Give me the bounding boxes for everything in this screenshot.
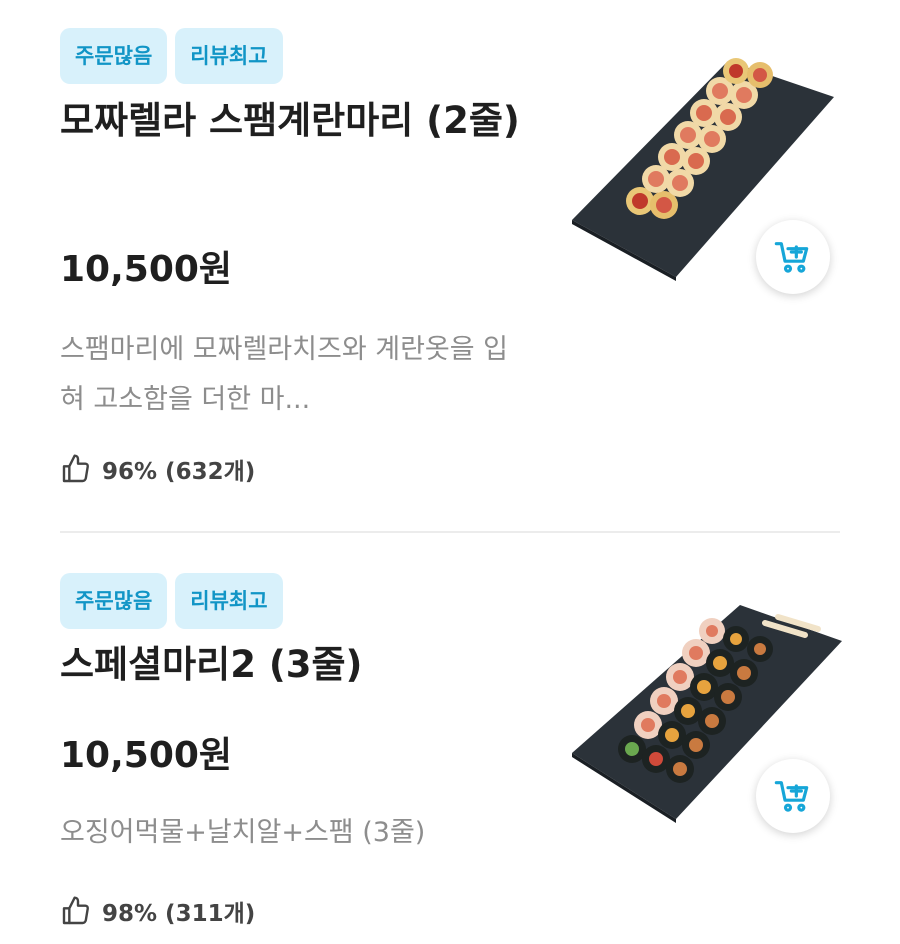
badge-popular: 주문많음 <box>60 28 168 84</box>
rating-text: 96% (632개) <box>102 459 256 485</box>
thumbs-up-icon <box>62 454 89 483</box>
menu-item-title: 모짜렐라 스팸계란마리 (2줄) <box>60 99 520 142</box>
rating-text: 98% (311개) <box>102 901 256 927</box>
badge-group: 주문많음 리뷰최고 <box>60 28 283 84</box>
thumbs-up-icon <box>62 896 89 925</box>
cart-plus-icon <box>774 242 809 273</box>
menu-item-description: 오징어먹물+날치알+스팸 (3줄) <box>60 817 426 848</box>
menu-item-description: 스팸마리에 모짜렐라치즈와 계란옷을 입혀 고소함을 더한 마... <box>60 334 509 415</box>
add-to-cart-button[interactable] <box>756 759 830 833</box>
badge-popular: 주문많음 <box>60 573 168 629</box>
badge-group: 주문많음 리뷰최고 <box>60 573 283 629</box>
add-to-cart-button[interactable] <box>756 220 830 294</box>
menu-item-price: 10,500원 <box>60 735 233 776</box>
menu-item[interactable]: 주문많음 리뷰최고 모짜렐라 스팸계란마리 (2줄) 10,500원 스팸마리에… <box>0 0 900 532</box>
badge-top-review: 리뷰최고 <box>175 573 283 629</box>
cart-plus-icon <box>774 781 809 812</box>
rating: 96% (632개) <box>60 452 255 486</box>
rating: 98% (311개) <box>60 894 255 928</box>
menu-item-price: 10,500원 <box>60 249 233 290</box>
badge-top-review: 리뷰최고 <box>175 28 283 84</box>
menu-item[interactable]: 주문많음 리뷰최고 스페셜마리2 (3줄) 10,500원 오징어먹물+날치알+… <box>0 533 900 944</box>
menu-item-title: 스페셜마리2 (3줄) <box>60 643 363 686</box>
